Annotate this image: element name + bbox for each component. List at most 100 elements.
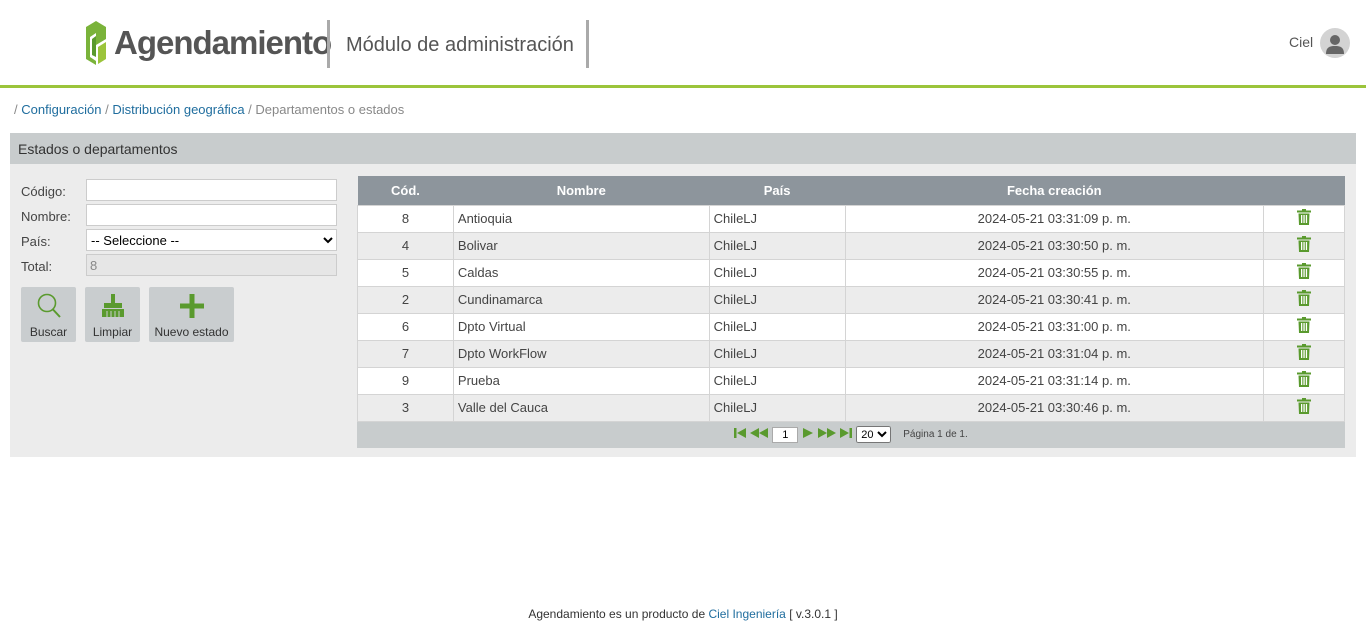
cell-actions xyxy=(1263,312,1345,341)
nombre-input[interactable] xyxy=(86,204,337,226)
trash-icon[interactable] xyxy=(1297,317,1312,336)
pager-info: Página 1 de 1. xyxy=(903,429,968,440)
table-header-row: Cód. Nombre País Fecha creación xyxy=(357,176,1345,205)
limpiar-label: Limpiar xyxy=(92,325,133,339)
col-header-actions xyxy=(1263,176,1345,205)
footer: Agendamiento es un producto de Ciel Inge… xyxy=(0,607,1366,621)
filter-form: Código: Nombre: País: -- Seleccione -- T… xyxy=(21,179,337,279)
search-icon xyxy=(36,291,62,321)
cell-fecha: 2024-05-21 03:30:46 p. m. xyxy=(844,393,1265,422)
footer-company-link[interactable]: Ciel Ingeniería xyxy=(708,607,785,621)
trash-icon[interactable] xyxy=(1297,236,1312,255)
trash-icon[interactable] xyxy=(1297,344,1312,363)
footer-version: [ v.3.0.1 ] xyxy=(789,607,838,621)
cell-codigo: 2 xyxy=(357,285,454,314)
table-row[interactable]: 3 Valle del Cauca ChileLJ 2024-05-21 03:30:… xyxy=(357,393,1345,422)
page-number-input[interactable] xyxy=(772,426,799,443)
cell-nombre: Valle del Cauca xyxy=(452,393,710,422)
pager: 20 Página 1 de 1. xyxy=(357,421,1345,448)
trash-icon[interactable] xyxy=(1297,290,1312,309)
trash-icon[interactable] xyxy=(1297,209,1312,228)
breadcrumb: / Configuración / Distribución geográfic… xyxy=(14,102,405,117)
cell-pais: ChileLJ xyxy=(708,204,846,233)
breadcrumb-link-configuracion[interactable]: Configuración xyxy=(21,102,101,117)
cell-codigo: 6 xyxy=(357,312,454,341)
cell-actions xyxy=(1263,285,1345,314)
cell-actions xyxy=(1263,231,1345,260)
plus-icon xyxy=(179,291,205,321)
cell-pais: ChileLJ xyxy=(708,258,846,287)
cell-nombre: Prueba xyxy=(452,366,710,395)
app-logo[interactable]: Agendamiento xyxy=(82,19,332,67)
table-row[interactable]: 8 Antioquia ChileLJ 2024-05-21 03:31:09 p. … xyxy=(357,204,1345,233)
logo-icon xyxy=(86,21,106,65)
pais-label: País: xyxy=(21,234,51,249)
cell-codigo: 3 xyxy=(357,393,454,422)
nuevo-estado-label: Nuevo estado xyxy=(154,325,229,339)
table-row[interactable]: 2 Cundinamarca ChileLJ 2024-05-21 03:30:41 … xyxy=(357,285,1345,314)
cell-codigo: 4 xyxy=(357,231,454,260)
broom-icon xyxy=(100,291,126,321)
fast-forward-icon[interactable] xyxy=(818,427,837,442)
cell-nombre: Dpto Virtual xyxy=(452,312,710,341)
col-header-pais[interactable]: País xyxy=(709,176,846,205)
buscar-label: Buscar xyxy=(29,325,68,339)
cell-fecha: 2024-05-21 03:31:00 p. m. xyxy=(844,312,1265,341)
codigo-input[interactable] xyxy=(86,179,337,201)
col-header-fecha[interactable]: Fecha creación xyxy=(845,176,1264,205)
cell-pais: ChileLJ xyxy=(708,285,846,314)
cell-pais: ChileLJ xyxy=(708,312,846,341)
nuevo-estado-button[interactable]: Nuevo estado xyxy=(149,287,234,342)
prev-page-icon[interactable] xyxy=(750,427,769,442)
cell-actions xyxy=(1263,393,1345,422)
first-page-icon[interactable] xyxy=(734,427,747,442)
user-avatar-icon[interactable] xyxy=(1320,28,1350,58)
panel-title: Estados o departamentos xyxy=(10,133,1356,164)
limpiar-button[interactable]: Limpiar xyxy=(85,287,140,342)
cell-actions xyxy=(1263,204,1345,233)
cell-actions xyxy=(1263,339,1345,368)
trash-icon[interactable] xyxy=(1297,398,1312,417)
cell-fecha: 2024-05-21 03:30:41 p. m. xyxy=(844,285,1265,314)
pais-select[interactable]: -- Seleccione -- xyxy=(86,229,337,251)
codigo-label: Código: xyxy=(21,184,66,199)
module-title: Módulo de administración xyxy=(346,34,574,56)
breadcrumb-current: Departamentos o estados xyxy=(255,102,405,117)
trash-icon[interactable] xyxy=(1297,371,1312,390)
user-name[interactable]: Ciel xyxy=(1289,34,1313,50)
app-header: Agendamiento Módulo de administración Ci… xyxy=(0,0,1366,88)
cell-fecha: 2024-05-21 03:31:09 p. m. xyxy=(844,204,1265,233)
cell-pais: ChileLJ xyxy=(708,339,846,368)
table-row[interactable]: 9 Prueba ChileLJ 2024-05-21 03:31:14 p. m. xyxy=(357,366,1345,395)
trash-icon[interactable] xyxy=(1297,263,1312,282)
cell-fecha: 2024-05-21 03:30:50 p. m. xyxy=(844,231,1265,260)
cell-nombre: Caldas xyxy=(452,258,710,287)
cell-fecha: 2024-05-21 03:31:04 p. m. xyxy=(844,339,1265,368)
col-header-codigo[interactable]: Cód. xyxy=(357,176,454,205)
action-buttons: Buscar Limpiar Nuevo estado xyxy=(21,287,234,342)
cell-fecha: 2024-05-21 03:30:55 p. m. xyxy=(844,258,1265,287)
cell-codigo: 8 xyxy=(357,204,454,233)
page-size-select[interactable]: 20 xyxy=(856,426,892,443)
cell-nombre: Antioquia xyxy=(452,204,710,233)
col-header-nombre[interactable]: Nombre xyxy=(453,176,710,205)
cell-actions xyxy=(1263,366,1345,395)
results-table: Cód. Nombre País Fecha creación 8 Antioqu… xyxy=(357,176,1345,422)
next-page-icon[interactable] xyxy=(802,427,814,442)
cell-pais: ChileLJ xyxy=(708,393,846,422)
buscar-button[interactable]: Buscar xyxy=(21,287,76,342)
cell-actions xyxy=(1263,258,1345,287)
cell-pais: ChileLJ xyxy=(708,231,846,260)
logo-text: Agendamiento xyxy=(114,24,332,61)
last-page-icon[interactable] xyxy=(840,427,853,442)
total-label: Total: xyxy=(21,259,53,274)
table-row[interactable]: 5 Caldas ChileLJ 2024-05-21 03:30:55 p. m. xyxy=(357,258,1345,287)
cell-codigo: 9 xyxy=(357,366,454,395)
nombre-label: Nombre: xyxy=(21,209,71,224)
cell-nombre: Bolivar xyxy=(452,231,710,260)
cell-nombre: Cundinamarca xyxy=(452,285,710,314)
breadcrumb-link-distribucion[interactable]: Distribución geográfica xyxy=(112,102,244,117)
table-row[interactable]: 6 Dpto Virtual ChileLJ 2024-05-21 03:31:00 … xyxy=(357,312,1345,341)
table-row[interactable]: 4 Bolivar ChileLJ 2024-05-21 03:30:50 p. m. xyxy=(357,231,1345,260)
table-row[interactable]: 7 Dpto WorkFlow ChileLJ 2024-05-21 03:31:04… xyxy=(357,339,1345,368)
